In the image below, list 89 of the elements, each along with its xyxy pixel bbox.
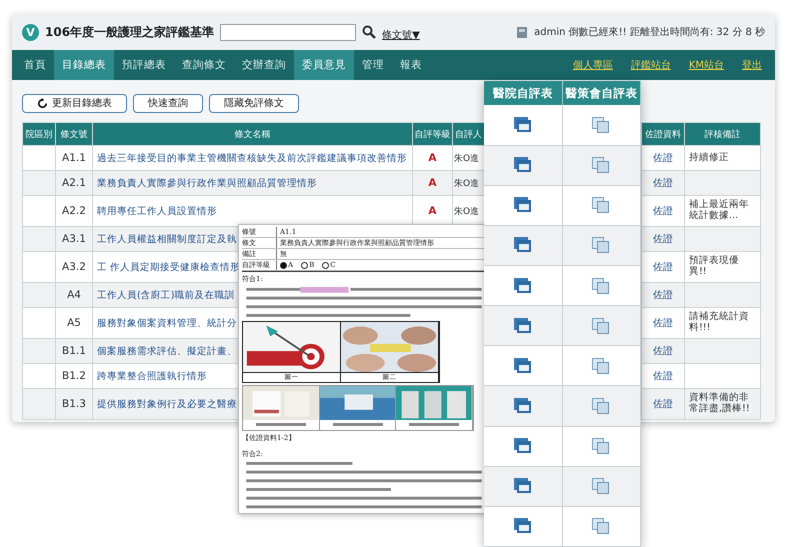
article-number: A4 (67, 289, 81, 301)
copy-icon[interactable] (592, 438, 610, 454)
article-number: A2.2 (62, 205, 86, 217)
grade-text: A (428, 177, 437, 189)
article-number-link[interactable]: 條文號▼ (382, 28, 420, 42)
assessor-text: 朱O進 (454, 154, 480, 164)
copy-icon[interactable] (592, 398, 610, 414)
site-title: 106年度一般護理之家評鑑基準 (45, 24, 214, 40)
article-number: B1.2 (62, 370, 86, 382)
grade-text: A (428, 152, 437, 164)
copy-icon[interactable] (592, 358, 610, 374)
nav-tab[interactable]: 查詢條文 (174, 50, 234, 80)
copy-icon[interactable] (592, 117, 610, 134)
nav-link[interactable]: KM站台 (680, 50, 733, 80)
toolbar-button[interactable]: 隱藏免評條文 (209, 94, 299, 112)
form-icon[interactable] (514, 398, 532, 414)
nav-link[interactable]: 個人專區 (564, 50, 622, 80)
nav-tab[interactable]: 目錄總表 (54, 50, 114, 80)
form-icon[interactable] (514, 518, 532, 534)
copy-icon[interactable] (592, 278, 610, 294)
article-title-link[interactable]: 個案服務需求評估、擬定計畫、 (97, 346, 237, 356)
column-header: 評核備註 (684, 122, 760, 146)
article-number: A3.2 (62, 261, 86, 273)
article-title-link[interactable]: 跨專業整合照護執行情形 (97, 370, 207, 382)
article-title-link[interactable]: 工作人員(含廚工)職前及在職訓 (97, 290, 234, 300)
column-header: 條文號 (56, 122, 92, 146)
blurred-caption-drawing (409, 422, 460, 427)
column-header: 醫策會自評表 (562, 81, 641, 106)
assessor-text: 朱O進 (454, 206, 480, 216)
logo-icon: V (22, 24, 39, 40)
copy-icon[interactable] (592, 478, 610, 494)
nav-link[interactable]: 登出 (733, 50, 771, 80)
copy-icon[interactable] (592, 237, 610, 254)
column-header: 醫院自評表 (484, 81, 562, 106)
search-button[interactable] (362, 25, 376, 39)
evidence-link[interactable]: 佐證 (653, 399, 673, 410)
form-icon[interactable] (514, 358, 532, 374)
assessor-text: 朱O進 (454, 178, 480, 188)
search-field[interactable] (220, 24, 356, 40)
article-number: B1.1 (62, 345, 86, 357)
article-title-link[interactable]: 聘用專任工作人員設置情形 (97, 206, 217, 216)
form-icon[interactable] (514, 478, 532, 494)
copy-icon[interactable] (592, 157, 610, 174)
form-icon[interactable] (514, 157, 532, 174)
form-icon[interactable] (514, 237, 532, 254)
evidence-link[interactable]: 佐證 (653, 206, 673, 217)
article-number: B1.3 (62, 398, 86, 410)
user-icon (516, 26, 528, 38)
column-header: 自評等級 (412, 122, 452, 146)
blurred-caption-drawing (256, 422, 306, 427)
column-header: 條文名稱 (92, 122, 412, 146)
copy-icon[interactable] (592, 518, 610, 534)
form-icon[interactable] (514, 117, 532, 134)
nav-tab[interactable]: 首頁 (16, 50, 54, 80)
article-title-link[interactable]: 提供服務對象例行及必要之醫療 (97, 398, 237, 410)
review-remark: 持續修正 (689, 152, 730, 164)
form-icon[interactable] (514, 197, 532, 214)
nav-tab[interactable]: 管理 (354, 50, 392, 80)
column-header: 佐證資料 (642, 122, 684, 146)
article-number: A1.1 (62, 152, 86, 164)
nav-tab[interactable]: 預評總表 (114, 50, 174, 80)
session-status: admin 倒數已經來!! 距離登出時間尚有: 32 分 8 秒 (534, 26, 765, 39)
column-header: 自評人 (452, 122, 484, 146)
column-header: 院區別 (22, 122, 56, 146)
evidence-link[interactable]: 佐證 (653, 262, 673, 273)
article-number: A2.1 (62, 177, 86, 189)
form-icon[interactable] (514, 278, 532, 294)
review-remark: 預評表現優異!! (689, 256, 740, 278)
review-remark: 請補充統計資料!!! (689, 312, 750, 334)
article-number: A5 (67, 317, 81, 329)
copy-icon[interactable] (592, 197, 610, 214)
grade-text: A (428, 205, 437, 217)
article-title-link[interactable]: 服務對象個案資料管理、統計分 (97, 318, 237, 328)
form-icon[interactable] (514, 318, 532, 334)
form-icon[interactable] (514, 438, 532, 454)
article-number: A3.1 (62, 233, 86, 245)
review-remark: 補上最近兩年統計數據... (689, 200, 750, 222)
refresh-icon (37, 98, 48, 108)
review-remark: 資料準備的非常詳盡,讚棒!! (689, 393, 751, 415)
toolbar-button[interactable]: 更新目錄總表 (22, 94, 127, 112)
blurred-caption-drawing (332, 422, 382, 427)
nav-tab[interactable]: 報表 (392, 50, 430, 80)
evidence-link[interactable]: 佐證 (653, 318, 673, 329)
toolbar-button[interactable]: 快速查詢 (133, 94, 203, 112)
nav-tab[interactable]: 委員意見 (294, 50, 354, 80)
copy-icon[interactable] (592, 318, 610, 334)
nav-link[interactable]: 評鑑站台 (622, 50, 680, 80)
article-title-link[interactable]: 工作人員權益相關制度訂定及執 (97, 234, 237, 244)
nav-tab[interactable]: 交辦查詢 (234, 50, 294, 80)
